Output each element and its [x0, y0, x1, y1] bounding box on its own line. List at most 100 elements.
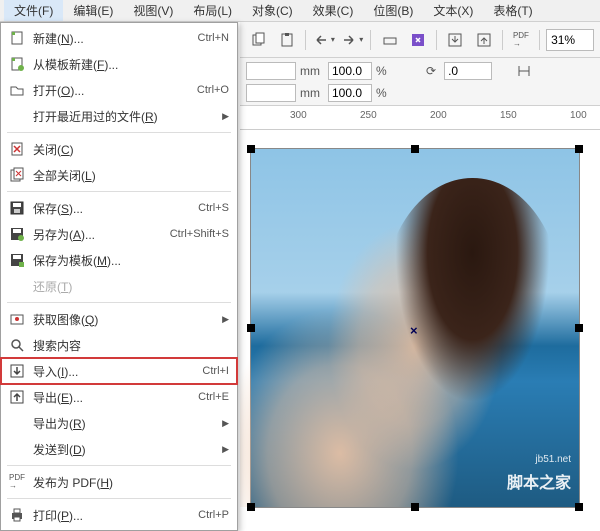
menu-item-11: 还原(T) [1, 273, 237, 299]
selection-handle[interactable] [575, 145, 583, 153]
selection-handle[interactable] [575, 324, 583, 332]
menu-item-9[interactable]: 另存为(A)...Ctrl+Shift+S [1, 221, 237, 247]
watermark-text: 脚本之家 [507, 469, 571, 493]
menu-item-6[interactable]: 全部关闭(L) [1, 162, 237, 188]
menu-item-17[interactable]: 导出为(R) ▶ [1, 410, 237, 436]
menu-object[interactable]: 对象(C) [242, 0, 303, 21]
menu-item-18[interactable]: 发送到(D) ▶ [1, 436, 237, 462]
menu-item-label: 搜索内容 [33, 337, 229, 354]
submenu-arrow-icon: ▶ [222, 444, 229, 455]
menu-item-label: 导出为(R) [33, 415, 216, 432]
menu-file[interactable]: 文件(F) [4, 0, 63, 21]
selection-handle[interactable] [411, 503, 419, 511]
menu-item-5[interactable]: 关闭(C) [1, 136, 237, 162]
new-icon [7, 29, 27, 47]
menu-item-22[interactable]: 打印(P)...Ctrl+P [1, 502, 237, 528]
scale-x-input[interactable] [328, 62, 372, 80]
selection-handle[interactable] [247, 145, 255, 153]
menu-item-label: 导出(E)... [33, 389, 198, 406]
selection-handle[interactable] [411, 145, 419, 153]
menu-item-8[interactable]: 保存(S)...Ctrl+S [1, 195, 237, 221]
selection-handle[interactable] [247, 324, 255, 332]
menu-item-14[interactable]: 搜索内容 [1, 332, 237, 358]
selection-handle[interactable] [247, 503, 255, 511]
ruler-tick: 250 [360, 110, 377, 121]
menu-item-13[interactable]: 获取图像(Q)▶ [1, 306, 237, 332]
new-template-icon [7, 55, 27, 73]
menu-separator [7, 191, 231, 192]
separator [436, 30, 437, 50]
menu-text[interactable]: 文本(X) [423, 0, 483, 21]
export-button[interactable] [471, 27, 495, 53]
selection-handle[interactable] [575, 503, 583, 511]
menu-table[interactable]: 表格(T) [483, 0, 542, 21]
menu-view[interactable]: 视图(V) [123, 0, 183, 21]
copy-button[interactable] [246, 27, 270, 53]
menu-item-label: 发布为 PDF(H) [33, 474, 229, 491]
menu-item-label: 另存为(A)... [33, 226, 170, 243]
chevron-down-icon: ▾ [359, 35, 363, 44]
height-input[interactable] [246, 84, 296, 102]
undo-button[interactable]: ▾ [312, 27, 336, 53]
zoom-input[interactable] [546, 29, 594, 51]
tool-btn-2[interactable] [406, 27, 430, 53]
ruler-tick: 300 [290, 110, 307, 121]
acquire-icon [7, 310, 27, 328]
separator [370, 30, 371, 50]
menu-separator [7, 302, 231, 303]
menu-edit[interactable]: 编辑(E) [63, 0, 123, 21]
menu-item-16[interactable]: 导出(E)...Ctrl+E [1, 384, 237, 410]
menu-bitmap[interactable]: 位图(B) [363, 0, 423, 21]
mirror-h-button[interactable] [514, 62, 534, 80]
menu-item-label: 打开(O)... [33, 82, 197, 99]
scale-y-input[interactable] [328, 84, 372, 102]
width-input[interactable] [246, 62, 296, 80]
menu-effect[interactable]: 效果(C) [303, 0, 364, 21]
menu-item-10[interactable]: 保存为模板(M)... [1, 247, 237, 273]
pct-label: % [376, 86, 388, 100]
close-icon [7, 140, 27, 158]
toolbar: ▾ ▾ PDF→ [240, 22, 600, 58]
menu-item-1[interactable]: 从模板新建(F)... [1, 51, 237, 77]
menu-item-shortcut: Ctrl+I [202, 365, 229, 377]
blank-icon [7, 277, 27, 295]
menu-item-15[interactable]: 导入(I)...Ctrl+I [1, 358, 237, 384]
pdf-button[interactable]: PDF→ [509, 27, 533, 53]
selected-bitmap[interactable]: × jb51.net 脚本之家 [250, 148, 580, 508]
menu-layout[interactable]: 布局(L) [183, 0, 242, 21]
search-icon [7, 336, 27, 354]
blank-icon [7, 414, 27, 432]
ruler-tick: 200 [430, 110, 447, 121]
pdf-icon: PDF→ [7, 473, 27, 491]
tool-btn-1[interactable] [377, 27, 401, 53]
rotate-icon: ⟳ [426, 64, 436, 78]
rotation-input[interactable] [444, 62, 492, 80]
ruler-tick: 150 [500, 110, 517, 121]
menu-item-label: 从模板新建(F)... [33, 56, 229, 73]
submenu-arrow-icon: ▶ [222, 418, 229, 429]
close-all-icon [7, 166, 27, 184]
menu-item-20[interactable]: PDF→ 发布为 PDF(H) [1, 469, 237, 495]
menu-item-label: 全部关闭(L) [33, 167, 229, 184]
import-button[interactable] [443, 27, 467, 53]
menu-item-label: 发送到(D) [33, 441, 216, 458]
menu-item-label: 打印(P)... [33, 507, 198, 524]
redo-button[interactable]: ▾ [340, 27, 364, 53]
menu-item-3[interactable]: 打开最近用过的文件(R) ▶ [1, 103, 237, 129]
blank-icon [7, 440, 27, 458]
canvas[interactable]: × jb51.net 脚本之家 [240, 130, 600, 525]
menu-item-label: 保存为模板(M)... [33, 252, 229, 269]
print-icon [7, 506, 27, 524]
paste-button[interactable] [274, 27, 298, 53]
submenu-arrow-icon: ▶ [222, 111, 229, 122]
menu-separator [7, 132, 231, 133]
menu-item-0[interactable]: 新建(N)...Ctrl+N [1, 25, 237, 51]
menu-item-label: 新建(N)... [33, 30, 198, 47]
menu-item-shortcut: Ctrl+O [197, 84, 229, 96]
submenu-arrow-icon: ▶ [222, 314, 229, 325]
menubar: 文件(F) 编辑(E) 视图(V) 布局(L) 对象(C) 效果(C) 位图(B… [0, 0, 600, 22]
export-icon [7, 388, 27, 406]
menu-item-label: 打开最近用过的文件(R) [33, 108, 216, 125]
center-marker: × [410, 323, 418, 338]
menu-item-2[interactable]: 打开(O)...Ctrl+O [1, 77, 237, 103]
